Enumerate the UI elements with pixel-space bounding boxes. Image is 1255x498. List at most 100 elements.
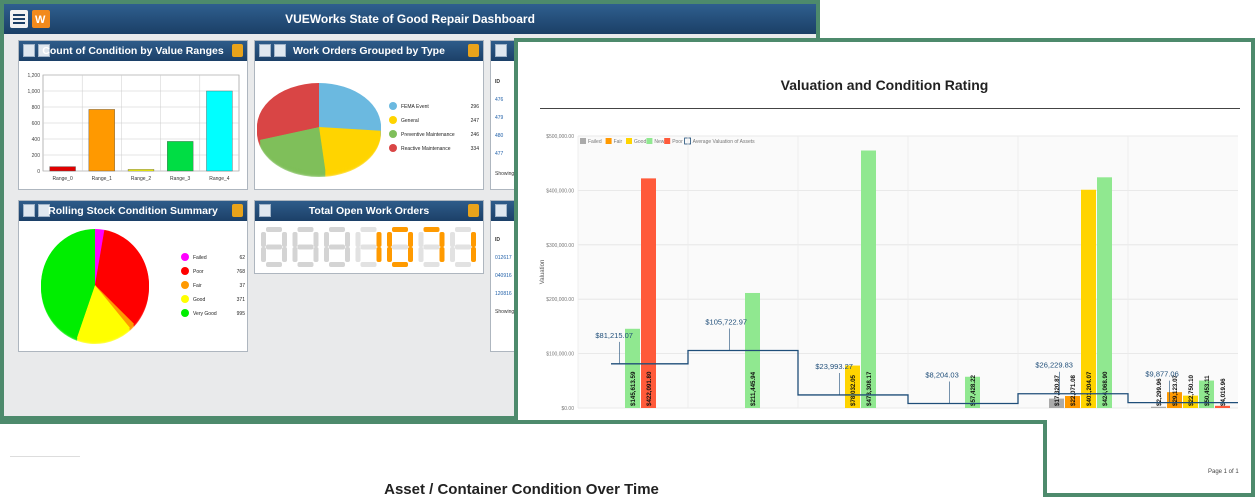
lock-icon[interactable] bbox=[232, 204, 243, 217]
counter-segment bbox=[292, 247, 298, 262]
counter-segment bbox=[282, 247, 287, 262]
average-value-label: $26,229.83 bbox=[1035, 361, 1073, 370]
lock-icon[interactable] bbox=[468, 204, 479, 217]
counter-segment bbox=[292, 232, 298, 247]
table-row[interactable]: 120816 bbox=[495, 291, 512, 297]
counter-segment bbox=[392, 244, 408, 250]
counter-segment bbox=[408, 232, 413, 247]
counter-segment bbox=[455, 262, 471, 267]
legend-value: 247 bbox=[471, 118, 480, 124]
counter-segment bbox=[408, 247, 413, 262]
dashboard-title: VUEWorks State of Good Repair Dashboard bbox=[285, 12, 535, 26]
counter-segment bbox=[423, 244, 440, 250]
counter-segment bbox=[329, 244, 345, 250]
y-tick-label: 200 bbox=[32, 153, 41, 159]
counter-segment bbox=[329, 227, 345, 232]
counter-segment bbox=[392, 227, 408, 232]
counter-segment bbox=[450, 232, 455, 247]
counter-segment bbox=[376, 247, 382, 262]
legend-swatch bbox=[181, 295, 189, 303]
legend-value: 37 bbox=[239, 283, 245, 289]
bar-value-label: $145,613.59 bbox=[630, 371, 637, 406]
counter-segment bbox=[297, 262, 314, 267]
table-row[interactable]: 476 bbox=[495, 97, 503, 103]
panel-header: Total Open Work Orders bbox=[255, 201, 483, 221]
bar-value-label: $473,308.17 bbox=[866, 371, 873, 406]
page-indicator: Page 1 of 1 bbox=[1208, 469, 1239, 475]
counter-segment bbox=[313, 232, 319, 247]
panel-header: Count of Condition by Value Ranges bbox=[19, 41, 247, 61]
legend-swatch bbox=[181, 253, 189, 261]
counter-segment bbox=[418, 247, 424, 262]
legend-value: 371 bbox=[237, 297, 246, 303]
counter-segment bbox=[266, 227, 282, 232]
y-tick-label: 0 bbox=[37, 169, 40, 175]
counter-segment bbox=[261, 232, 266, 247]
average-value-label: $8,204.03 bbox=[925, 371, 958, 380]
count-condition-panel: Count of Condition by Value Ranges 1,200… bbox=[18, 40, 248, 190]
counter-segment bbox=[455, 227, 471, 232]
y-tick-label: 1,000 bbox=[27, 89, 40, 95]
panel-list-icon[interactable] bbox=[495, 44, 507, 57]
rolling-stock-pie: Failed 62 Poor 768 Fair 37 Good 371 Very Good 995 bbox=[40, 229, 246, 344]
y-tick-label: $300,000.00 bbox=[546, 243, 574, 249]
open-work-orders-counter bbox=[261, 227, 476, 267]
legend-value: 246 bbox=[471, 132, 480, 138]
x-tick-label: Range_3 bbox=[170, 176, 191, 182]
counter-segment bbox=[297, 227, 314, 232]
counter-segment bbox=[455, 244, 471, 250]
counter-segment bbox=[266, 244, 282, 250]
condition-over-time-window: Asset / Container Condition Over Time bbox=[0, 420, 1047, 498]
counter-segment bbox=[423, 262, 440, 267]
table-row[interactable]: 477 bbox=[495, 151, 503, 157]
counter-segment bbox=[471, 232, 476, 247]
legend-label: Fair bbox=[193, 283, 202, 289]
dashboard-header: W VUEWorks State of Good Repair Dashboar… bbox=[4, 4, 816, 34]
counter-segment bbox=[387, 232, 392, 247]
bar-value-label: $211,445.94 bbox=[750, 371, 757, 406]
counter-segment bbox=[387, 247, 392, 262]
average-value-label: $105,722.97 bbox=[705, 317, 747, 326]
x-tick-label: Range_0 bbox=[52, 176, 73, 182]
table-row[interactable]: 479 bbox=[495, 115, 503, 121]
legend-swatch bbox=[181, 281, 189, 289]
bar bbox=[127, 169, 155, 172]
counter-segment bbox=[376, 232, 382, 247]
divider bbox=[10, 456, 80, 457]
legend-label: Very Good bbox=[193, 311, 217, 317]
lock-icon[interactable] bbox=[232, 44, 243, 57]
table-header-id: ID bbox=[495, 237, 500, 243]
bar-value-label: $22,750.10 bbox=[1188, 374, 1195, 406]
y-tick-label: $400,000.00 bbox=[546, 188, 574, 194]
panel-list-icon[interactable] bbox=[495, 204, 507, 217]
y-tick-label: 1,200 bbox=[27, 73, 40, 79]
counter-segment bbox=[392, 262, 408, 267]
panel-title: Count of Condition by Value Ranges bbox=[42, 45, 224, 57]
legend-swatch bbox=[580, 138, 586, 144]
table-row[interactable]: 040916 bbox=[495, 273, 512, 279]
y-tick-label: $100,000.00 bbox=[546, 352, 574, 358]
panel-header: Work Orders Grouped by Type bbox=[255, 41, 483, 61]
bar bbox=[861, 150, 876, 408]
counter-segment bbox=[450, 247, 455, 262]
legend-label: Average Valuation of Assets bbox=[693, 139, 756, 145]
y-axis-label: Valuation bbox=[540, 260, 546, 285]
average-value-label: $23,993.27 bbox=[815, 362, 853, 371]
count-condition-chart: 1,200 1,000 800 600 400 200 0 Range_0 Range_1 Ran… bbox=[27, 73, 240, 182]
counter-segment bbox=[439, 232, 445, 247]
y-tick-label: $0.00 bbox=[561, 406, 574, 412]
y-tick-label: 600 bbox=[32, 121, 41, 127]
counter-segment bbox=[360, 262, 377, 267]
counter-segment bbox=[266, 262, 282, 267]
table-row[interactable]: 480 bbox=[495, 133, 503, 139]
legend-swatch bbox=[389, 116, 397, 124]
counter-segment bbox=[313, 247, 319, 262]
legend-swatch bbox=[181, 267, 189, 275]
bar-value-label: $78,032.05 bbox=[850, 374, 857, 406]
bar bbox=[167, 141, 194, 172]
lock-icon[interactable] bbox=[468, 44, 479, 57]
counter-segment bbox=[345, 232, 350, 247]
bar-value-label: $29,123.07 bbox=[1172, 374, 1179, 406]
legend-swatch bbox=[646, 138, 653, 144]
table-row[interactable]: 012617 bbox=[495, 255, 512, 261]
